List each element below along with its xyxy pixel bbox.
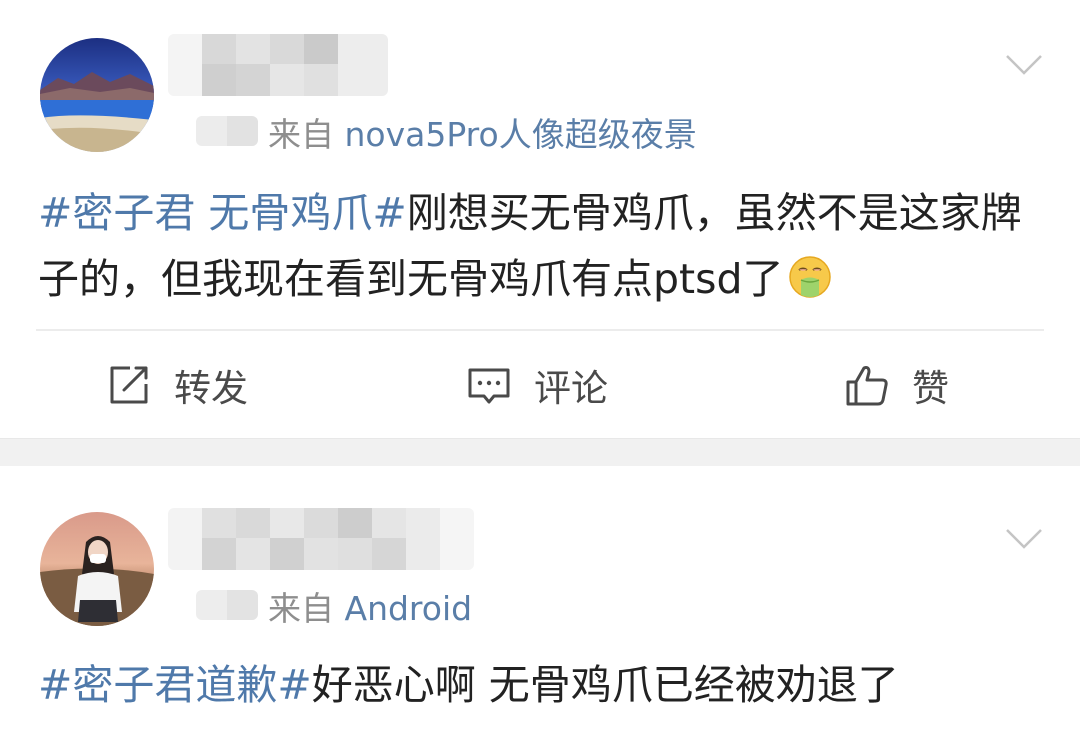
post-text: #密子君道歉#好恶心啊 无骨鸡爪已经被劝退了 xyxy=(38,652,1038,718)
share-icon xyxy=(110,366,148,404)
avatar[interactable] xyxy=(40,512,154,626)
thumbs-up-icon xyxy=(846,366,888,406)
meta-blurred xyxy=(196,116,258,146)
post-source: 来自 nova5Pro人像超级夜景 xyxy=(268,108,697,156)
source-device-link[interactable]: Android xyxy=(345,589,473,628)
comment-button[interactable]: 评论 xyxy=(466,340,608,430)
post-body: 好恶心啊 无骨鸡爪已经被劝退了 xyxy=(311,661,899,709)
repost-label: 转发 xyxy=(174,367,248,410)
username-blurred[interactable] xyxy=(168,34,388,96)
chevron-down-icon[interactable] xyxy=(1004,526,1044,552)
post-actions-bar: 转发 评论 赞 xyxy=(0,340,1080,430)
post-source: 来自 Android xyxy=(268,582,472,630)
comment-label: 评论 xyxy=(534,367,608,410)
repost-button[interactable]: 转发 xyxy=(106,340,248,430)
chevron-down-icon[interactable] xyxy=(1004,52,1044,78)
comment-icon xyxy=(468,368,510,404)
meta-blurred xyxy=(196,590,258,620)
vomiting-face-icon xyxy=(788,256,831,298)
feed-separator xyxy=(0,438,1080,466)
post-divider xyxy=(36,329,1044,331)
source-prefix: 来自 xyxy=(268,115,345,154)
topic-link[interactable]: #密子君 无骨鸡爪# xyxy=(38,189,407,237)
weibo-post-1: 来自 nova5Pro人像超级夜景 #密子君 无骨鸡爪#刚想买无骨鸡爪，虽然不是… xyxy=(0,0,1080,438)
username-blurred[interactable] xyxy=(168,508,474,570)
like-label: 赞 xyxy=(912,367,949,410)
source-prefix: 来自 xyxy=(268,589,345,628)
topic-link[interactable]: #密子君道歉# xyxy=(38,661,312,709)
avatar[interactable] xyxy=(40,38,154,152)
post-text: #密子君 无骨鸡爪#刚想买无骨鸡爪，虽然不是这家牌子的，但我现在看到无骨鸡爪有点… xyxy=(38,180,1038,312)
like-button[interactable]: 赞 xyxy=(844,340,949,430)
weibo-post-2: 来自 Android #密子君道歉#好恶心啊 无骨鸡爪已经被劝退了 xyxy=(0,466,1080,735)
source-device-link[interactable]: nova5Pro人像超级夜景 xyxy=(345,115,697,154)
